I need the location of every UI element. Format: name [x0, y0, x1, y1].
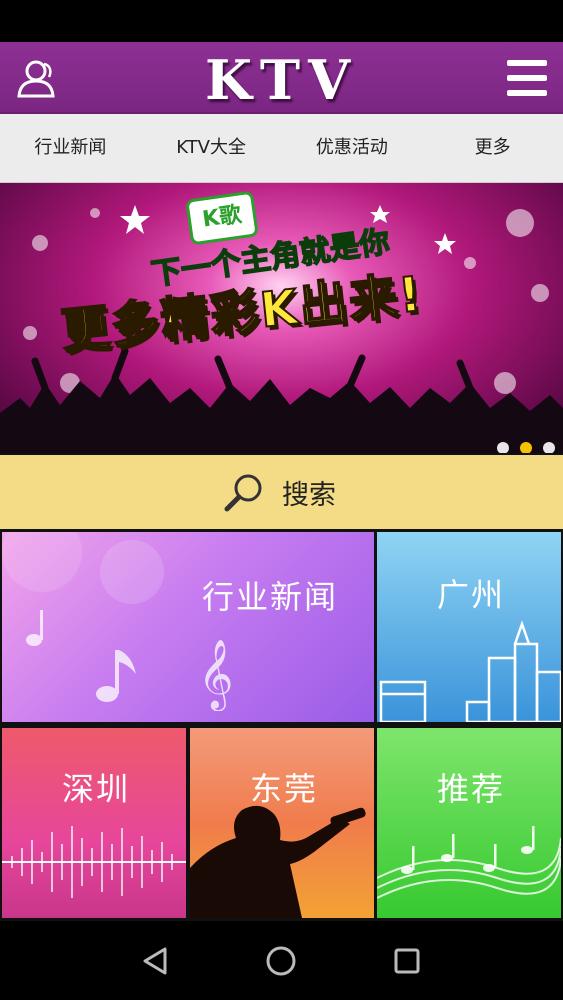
tab-industry-news[interactable]: 行业新闻	[0, 114, 141, 182]
sound-wave-icon	[2, 826, 186, 898]
recents-icon[interactable]	[389, 943, 425, 979]
tile-industry-news[interactable]: 𝄞 行业新闻	[2, 532, 374, 722]
svg-text:𝄞: 𝄞	[198, 639, 233, 711]
category-tabs: 行业新闻 KTV大全 优惠活动 更多	[0, 114, 563, 183]
music-notes-icon: 𝄞	[2, 532, 233, 711]
search-icon	[222, 471, 266, 515]
tile-label: 行业新闻	[202, 578, 339, 616]
search-label: 搜索	[282, 480, 336, 511]
back-icon[interactable]	[137, 943, 173, 979]
home-icon[interactable]	[263, 943, 299, 979]
tile-label: 广州	[437, 576, 506, 614]
tile-dongguan[interactable]: 东莞	[190, 728, 374, 918]
tile-label: 东莞	[250, 770, 319, 808]
tile-guangzhou[interactable]: 广州	[377, 532, 561, 722]
android-nav-bar	[0, 921, 563, 1000]
status-bar	[0, 0, 563, 42]
tile-shenzhen[interactable]: 深圳	[2, 728, 186, 918]
tile-label: 推荐	[437, 770, 506, 808]
carousel-indicator	[491, 439, 555, 453]
carousel-dot-active[interactable]	[519, 442, 532, 453]
carousel-dot[interactable]	[543, 442, 555, 453]
menu-icon[interactable]	[505, 56, 549, 100]
app-header: KTV	[0, 42, 563, 114]
search-bar[interactable]: 搜索	[0, 455, 563, 529]
tile-label: 深圳	[62, 770, 131, 808]
promo-banner[interactable]: K歌 下一个主角就是你 更多精彩K出来!	[0, 183, 563, 453]
singer-silhouette-icon	[190, 805, 366, 918]
tab-ktv-directory[interactable]: KTV大全	[141, 114, 282, 182]
tab-more[interactable]: 更多	[422, 114, 563, 182]
city-skyline-icon	[379, 620, 561, 722]
app-title: KTV	[204, 48, 358, 112]
carousel-dot[interactable]	[496, 442, 509, 453]
tab-promotions[interactable]: 优惠活动	[282, 114, 423, 182]
music-staff-icon	[377, 826, 561, 899]
tile-recommended[interactable]: 推荐	[377, 728, 561, 918]
